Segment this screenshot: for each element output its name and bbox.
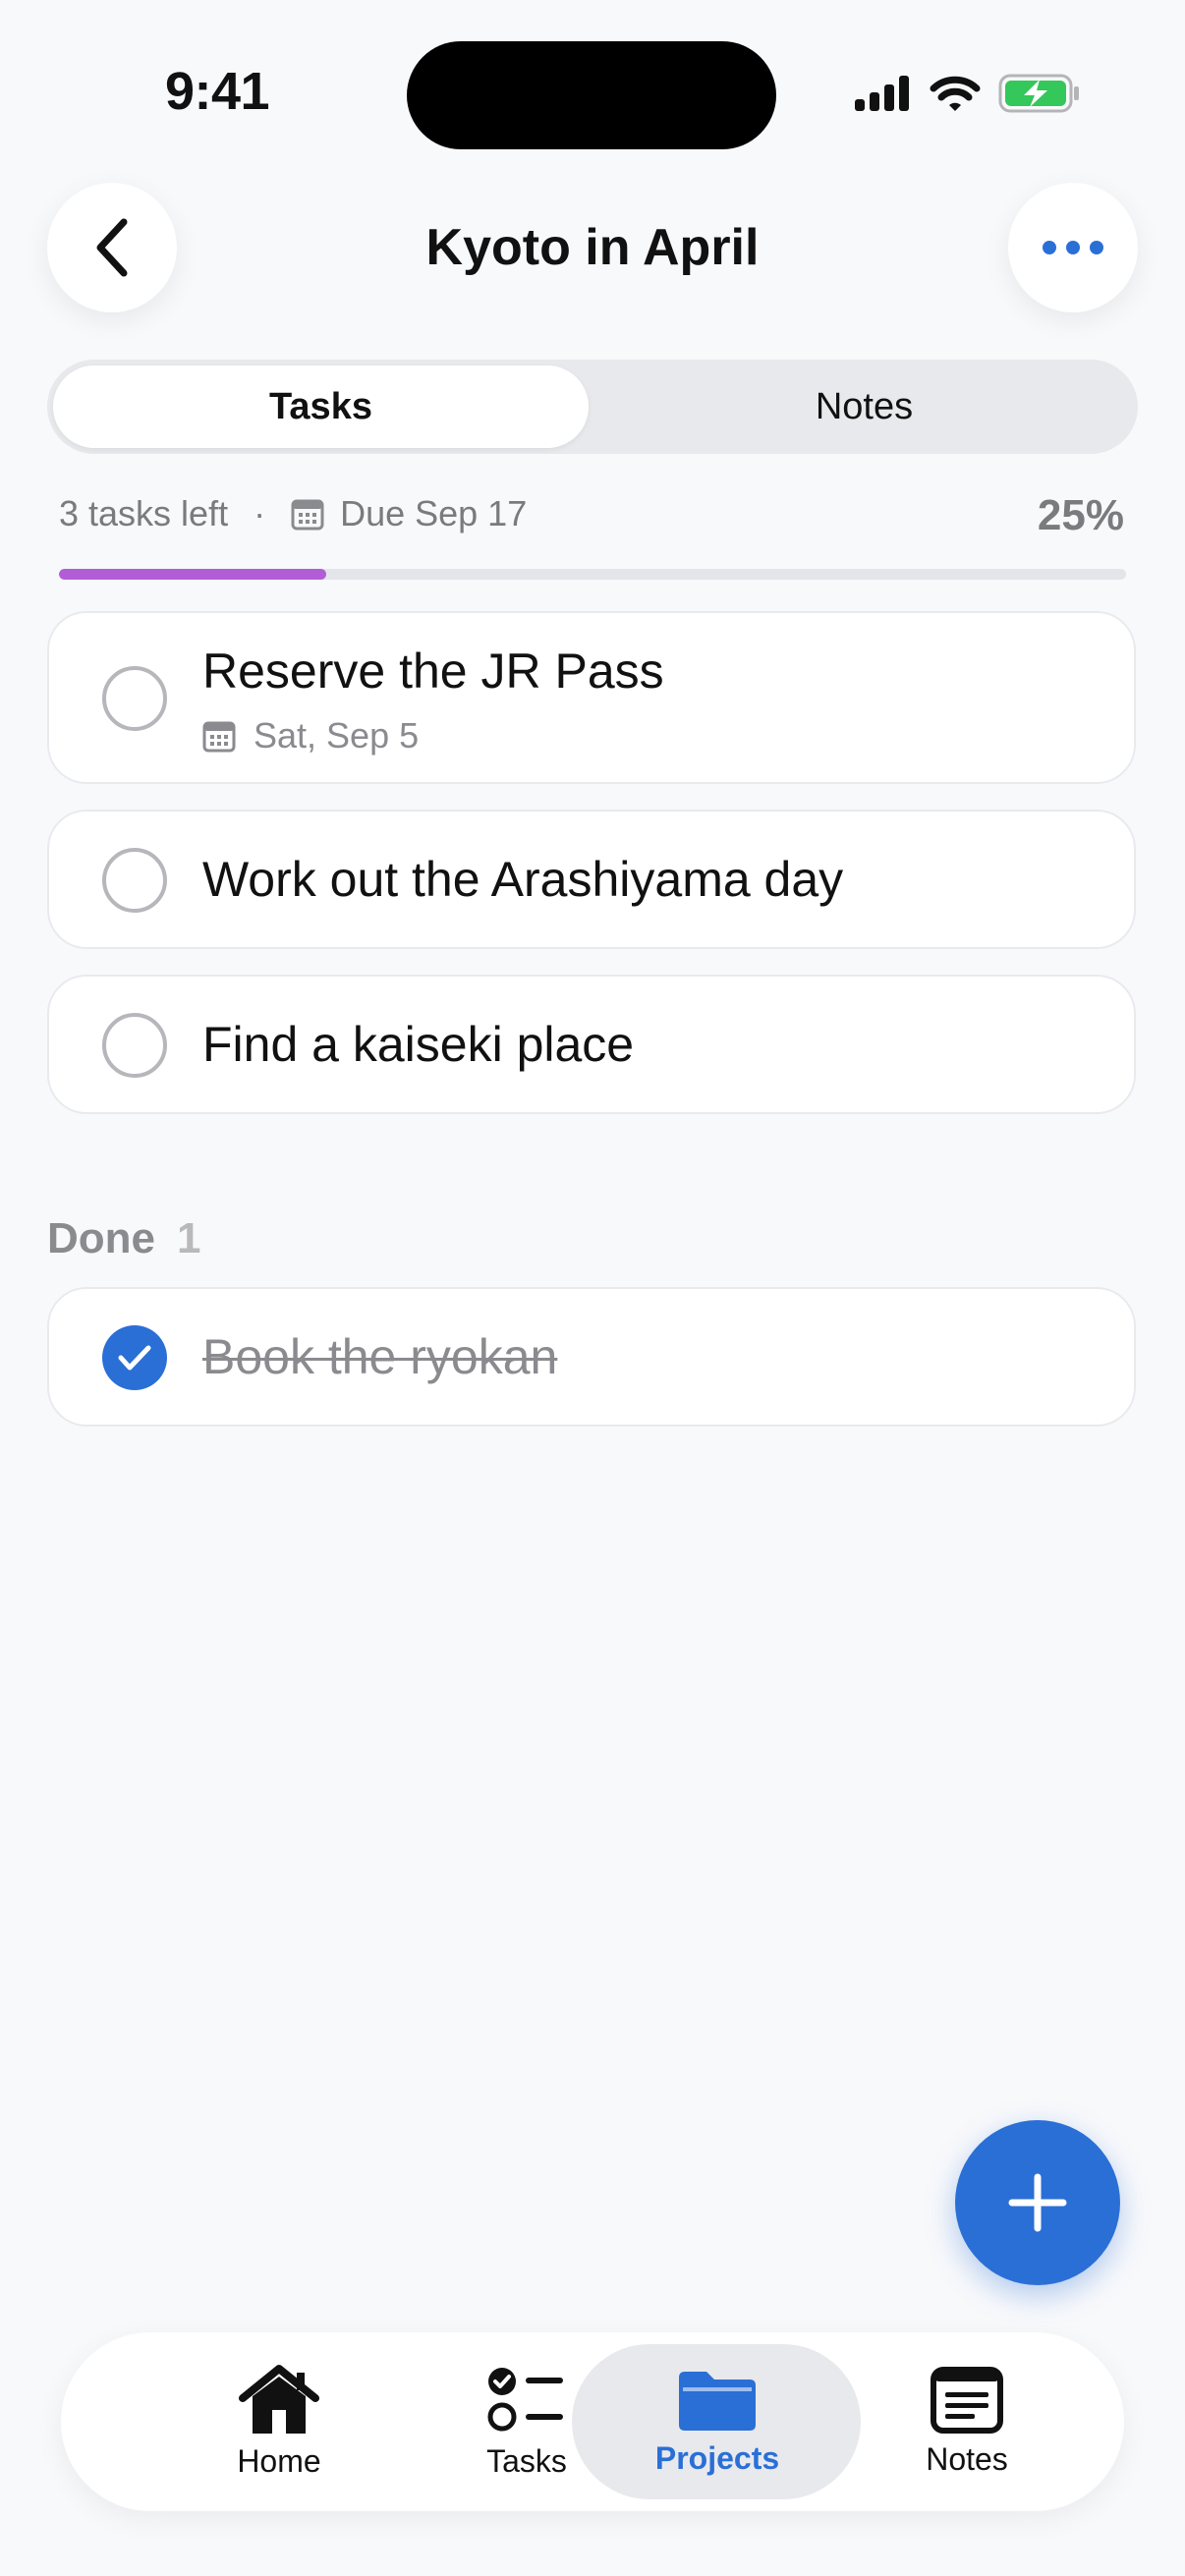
done-section-header: Done 1 bbox=[47, 1214, 200, 1263]
done-count: 1 bbox=[177, 1214, 201, 1262]
tab-notes-nav[interactable]: Notes bbox=[847, 2332, 1087, 2511]
tab-notes-nav-label: Notes bbox=[926, 2440, 1008, 2477]
plus-icon bbox=[1008, 2173, 1067, 2232]
progress-bar-fill bbox=[59, 569, 326, 580]
dynamic-island bbox=[407, 41, 776, 149]
task-title: Book the ryokan bbox=[202, 1329, 558, 1384]
checkmark-icon bbox=[118, 1345, 151, 1371]
add-task-button[interactable] bbox=[955, 2120, 1120, 2285]
task-checkbox[interactable] bbox=[102, 848, 167, 913]
task-date: Sat, Sep 5 bbox=[202, 715, 419, 756]
folder-icon bbox=[679, 2371, 756, 2431]
calendar-icon bbox=[202, 721, 236, 753]
more-options-button[interactable] bbox=[1008, 183, 1138, 312]
meta-separator: · bbox=[254, 493, 266, 533]
cellular-signal-icon bbox=[855, 76, 909, 111]
status-time: 9:41 bbox=[165, 62, 270, 121]
tab-tasks[interactable]: Tasks bbox=[53, 365, 589, 448]
tab-projects[interactable]: Projects bbox=[597, 2332, 837, 2511]
task-card[interactable]: Work out the Arashiyama day bbox=[47, 810, 1136, 949]
task-checkbox-checked[interactable] bbox=[102, 1325, 167, 1390]
tab-projects-label: Projects bbox=[654, 2439, 780, 2476]
task-card[interactable]: Find a kaiseki place bbox=[47, 975, 1136, 1114]
task-checkbox[interactable] bbox=[102, 666, 167, 731]
battery-charging-icon bbox=[998, 74, 1079, 113]
ellipsis-icon bbox=[1043, 241, 1103, 254]
project-meta: 3 tasks left · Due Sep 17 bbox=[59, 493, 527, 534]
checklist-icon bbox=[487, 2367, 563, 2431]
task-date-label: Sat, Sep 5 bbox=[254, 715, 420, 756]
wifi-icon bbox=[930, 76, 981, 111]
task-card[interactable]: Reserve the JR Pass Sat, Sep 5 bbox=[47, 611, 1136, 784]
progress-bar bbox=[59, 569, 1126, 580]
progress-percent: 25% bbox=[1037, 491, 1124, 539]
calendar-icon bbox=[291, 499, 324, 531]
status-icons bbox=[855, 71, 1081, 116]
done-section-label: Done bbox=[47, 1214, 155, 1262]
tasks-left-count: 3 tasks left bbox=[59, 493, 229, 533]
tab-notes[interactable]: Notes bbox=[596, 365, 1132, 448]
task-title: Find a kaiseki place bbox=[202, 1017, 635, 1072]
completed-task-card[interactable]: Book the ryokan bbox=[47, 1287, 1136, 1427]
task-title: Reserve the JR Pass bbox=[202, 644, 664, 699]
bottom-tab-bar: Home Tasks Projects Notes bbox=[61, 2332, 1124, 2511]
tab-tasks-label: Tasks bbox=[486, 2442, 567, 2479]
house-icon bbox=[239, 2364, 319, 2434]
tab-home[interactable]: Home bbox=[159, 2332, 399, 2511]
task-title: Work out the Arashiyama day bbox=[202, 852, 844, 907]
tab-home-label: Home bbox=[237, 2442, 321, 2479]
due-date: Due Sep 17 bbox=[340, 493, 528, 533]
task-checkbox[interactable] bbox=[102, 1013, 167, 1078]
note-icon bbox=[931, 2366, 1003, 2434]
view-segmented-control: Tasks Notes bbox=[47, 360, 1138, 454]
